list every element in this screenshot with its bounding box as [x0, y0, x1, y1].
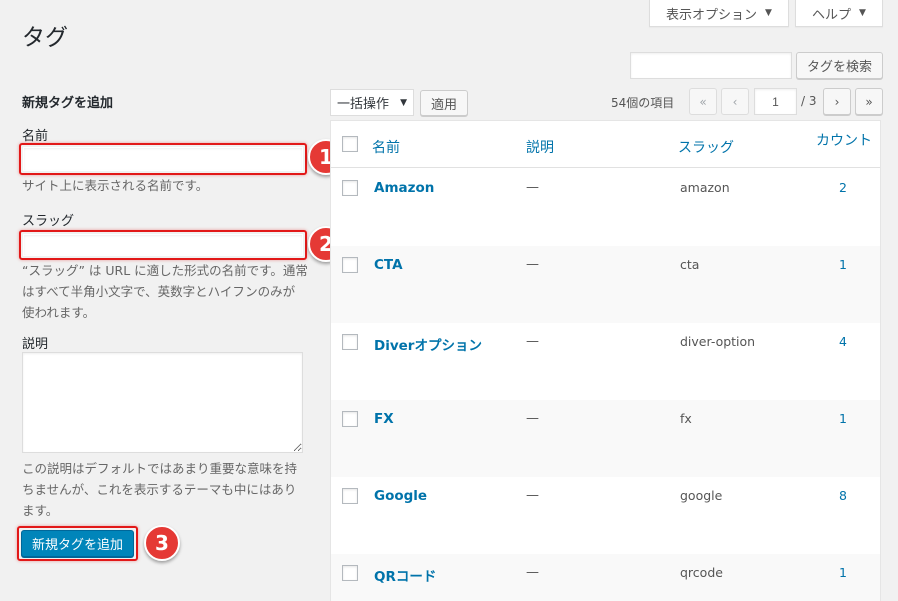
- prev-page-button[interactable]: ‹: [721, 88, 749, 115]
- select-all-checkbox[interactable]: [342, 136, 358, 152]
- table-row: QRコード — qrcode 1: [331, 554, 880, 601]
- items-count: 54個の項目: [611, 96, 675, 110]
- tag-description: —: [526, 411, 539, 426]
- tag-slug: qrcode: [680, 565, 723, 580]
- page-title: タグ: [22, 25, 68, 51]
- bulk-action-value: 一括操作: [337, 97, 390, 112]
- next-page-button[interactable]: ›: [823, 88, 851, 115]
- tag-name-link[interactable]: CTA: [374, 257, 403, 273]
- tag-slug: google: [680, 488, 723, 503]
- row-checkbox[interactable]: [342, 565, 358, 581]
- caret-down-icon: ▼: [400, 97, 407, 108]
- name-label: 名前: [22, 129, 49, 144]
- column-header-count[interactable]: カウント: [816, 130, 872, 150]
- description-help-line: ちませんが、これを表示するテーマも中にはあり: [22, 482, 297, 497]
- tag-count-link[interactable]: 8: [839, 488, 847, 503]
- search-tags-button[interactable]: タグを検索: [796, 52, 883, 79]
- tag-name-link[interactable]: Google: [374, 488, 427, 504]
- column-header-name[interactable]: 名前: [372, 137, 400, 157]
- tag-description: —: [526, 565, 539, 580]
- row-checkbox[interactable]: [342, 257, 358, 273]
- help-button[interactable]: ヘルプ ▼: [795, 0, 883, 27]
- caret-down-icon: ▼: [859, 8, 866, 18]
- tag-description-textarea[interactable]: [22, 352, 303, 453]
- tags-table: 名前 説明 スラッグ カウント Amazon — amazon 2 CTA — …: [330, 120, 881, 601]
- apply-button[interactable]: 適用: [420, 90, 468, 116]
- last-page-button[interactable]: »: [855, 88, 883, 115]
- description-help-line: この説明はデフォルトではあまり重要な意味を持: [22, 461, 298, 476]
- tag-name-link[interactable]: Diverオプション: [374, 334, 482, 354]
- tag-name-input[interactable]: [23, 147, 303, 171]
- tag-count-link[interactable]: 2: [839, 180, 847, 195]
- row-checkbox[interactable]: [342, 488, 358, 504]
- bulk-action-select[interactable]: 一括操作 ▼: [330, 89, 414, 116]
- description-help: この説明はデフォルトではあまり重要な意味を持 ちませんが、これを表示するテーマも…: [22, 458, 297, 521]
- caret-down-icon: ▼: [765, 8, 772, 18]
- screen-options-button[interactable]: 表示オプション ▼: [649, 0, 789, 27]
- column-header-description[interactable]: 説明: [526, 137, 554, 157]
- tag-slug: diver-option: [680, 334, 756, 349]
- total-pages: / 3: [801, 94, 817, 108]
- tag-slug: cta: [680, 257, 700, 272]
- tag-description: —: [526, 180, 539, 195]
- annotation-badge-3: 3: [144, 525, 180, 561]
- slug-description: “スラッグ” は URL に適した形式の名前です。通常 はすべて半角小文字で、英…: [22, 260, 308, 323]
- table-row: CTA — cta 1: [331, 246, 880, 323]
- table-row: Diverオプション — diver-option 4: [331, 323, 880, 400]
- table-header: 名前 説明 スラッグ カウント: [331, 121, 880, 168]
- tag-name-link[interactable]: Amazon: [374, 180, 434, 196]
- slug-label: スラッグ: [22, 214, 75, 229]
- tag-description: —: [526, 488, 539, 503]
- tag-description: —: [526, 334, 539, 349]
- row-checkbox[interactable]: [342, 180, 358, 196]
- screen-options-label: 表示オプション: [666, 7, 758, 23]
- description-help-line: ます。: [22, 503, 59, 518]
- tag-slug: amazon: [680, 180, 730, 195]
- description-label: 説明: [22, 337, 49, 352]
- add-tag-heading: 新規タグを追加: [22, 96, 114, 111]
- add-new-tag-button[interactable]: 新規タグを追加: [21, 530, 134, 557]
- tag-search-input[interactable]: [630, 52, 792, 79]
- row-checkbox[interactable]: [342, 411, 358, 427]
- table-row: FX — fx 1: [331, 400, 880, 477]
- table-row: Google — google 8: [331, 477, 880, 554]
- tag-count-link[interactable]: 4: [839, 334, 847, 349]
- tag-name-link[interactable]: QRコード: [374, 565, 436, 585]
- slug-description-line: 使われます。: [22, 305, 96, 320]
- tag-count-link[interactable]: 1: [839, 565, 847, 580]
- tag-count-link[interactable]: 1: [839, 411, 847, 426]
- tag-name-link[interactable]: FX: [374, 411, 394, 427]
- current-page-input[interactable]: [754, 88, 797, 115]
- row-checkbox[interactable]: [342, 334, 358, 350]
- tag-slug-input[interactable]: [23, 234, 303, 256]
- tag-count-link[interactable]: 1: [839, 257, 847, 272]
- table-row: Amazon — amazon 2: [331, 169, 880, 246]
- name-description: サイト上に表示される名前です。: [22, 178, 209, 193]
- tag-description: —: [526, 257, 539, 272]
- slug-description-line: “スラッグ” は URL に適した形式の名前です。通常: [22, 263, 308, 278]
- first-page-button[interactable]: «: [689, 88, 717, 115]
- tag-slug: fx: [680, 411, 692, 426]
- column-header-slug[interactable]: スラッグ: [678, 137, 734, 157]
- help-label: ヘルプ: [812, 7, 852, 23]
- slug-description-line: はすべて半角小文字で、英数字とハイフンのみが: [22, 284, 296, 299]
